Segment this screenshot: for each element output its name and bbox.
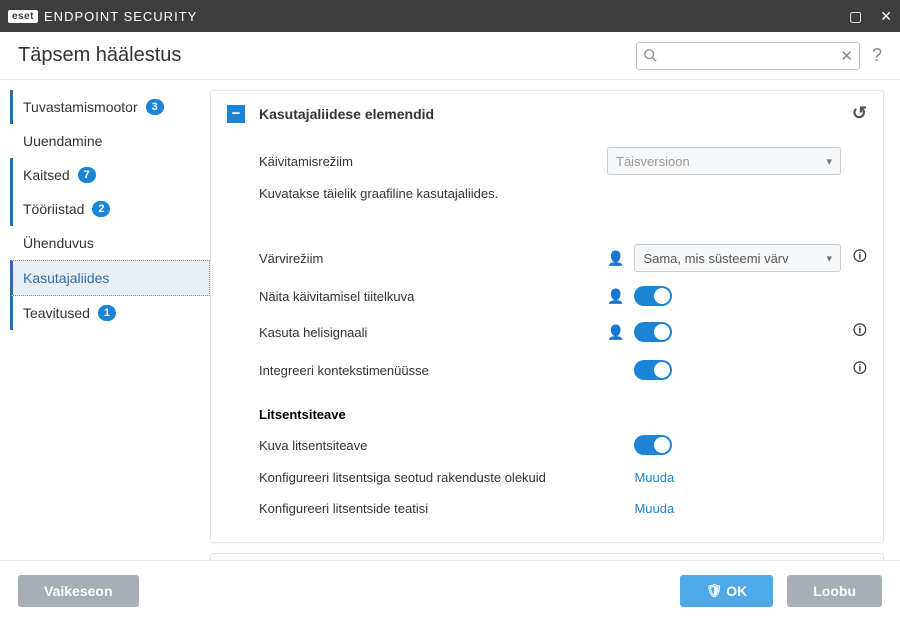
sidebar-item-detection-engine[interactable]: Tuvastamismootor 3 bbox=[10, 90, 210, 124]
sidebar-item-label: Ühenduvus bbox=[23, 235, 94, 251]
sidebar-item-label: Teavitused bbox=[23, 305, 90, 321]
chevron-down-icon: ▾ bbox=[826, 252, 832, 265]
sidebar-item-notifications[interactable]: Teavitused 1 bbox=[10, 296, 210, 330]
show-splash-toggle[interactable] bbox=[634, 286, 672, 306]
show-license-toggle[interactable] bbox=[634, 435, 672, 455]
clear-search-icon[interactable]: ✕ bbox=[840, 47, 853, 65]
search-icon bbox=[643, 48, 657, 65]
sidebar-item-tools[interactable]: Tööriistad 2 bbox=[10, 192, 210, 226]
window-maximize-icon[interactable]: ▢ bbox=[849, 8, 862, 25]
sidebar-item-label: Tuvastamismootor bbox=[23, 99, 138, 115]
config-license-notice-link[interactable]: Muuda bbox=[634, 501, 674, 516]
info-icon[interactable]: 🛈 bbox=[851, 246, 867, 270]
ok-button-label: OK bbox=[726, 583, 747, 599]
color-mode-select[interactable]: Sama, mis süsteemi värv ▾ bbox=[634, 244, 841, 272]
sidebar-item-protections[interactable]: Kaitsed 7 bbox=[10, 158, 210, 192]
use-sound-toggle[interactable] bbox=[634, 322, 672, 342]
page-title: Täpsem häälestus bbox=[18, 44, 181, 67]
startup-mode-select[interactable]: Täisversioon ▾ bbox=[607, 147, 841, 175]
main-content: − Kasutajaliidese elemendid ↺ Käivitamis… bbox=[210, 80, 900, 560]
use-sound-label: Kasuta helisignaali bbox=[259, 325, 607, 340]
startup-mode-note: Kuvatakse täielik graafiline kasutajalii… bbox=[259, 182, 867, 219]
brand-badge: eset bbox=[8, 10, 38, 23]
info-icon[interactable]: 🛈 bbox=[851, 320, 867, 344]
panel-access-setup: + Juurdepääsu häälestus ↺ 🛈 bbox=[210, 553, 884, 560]
select-value: Täisversioon bbox=[616, 154, 690, 169]
cancel-button[interactable]: Loobu bbox=[787, 575, 882, 607]
search-input[interactable] bbox=[636, 42, 860, 70]
sidebar-item-label: Uuendamine bbox=[23, 133, 102, 149]
badge: 2 bbox=[92, 201, 110, 217]
config-license-apps-label: Konfigureeri litsentsiga seotud rakendus… bbox=[259, 470, 607, 485]
show-splash-label: Näita käivitamisel tiitelkuva bbox=[259, 289, 607, 304]
product-name: ENDPOINT SECURITY bbox=[44, 9, 197, 24]
license-section-heading: Litsentsiteave bbox=[259, 389, 867, 428]
info-icon[interactable]: 🛈 bbox=[851, 358, 867, 382]
sidebar: Tuvastamismootor 3 Uuendamine Kaitsed 7 … bbox=[0, 80, 210, 560]
startup-mode-label: Käivitamisrežiim bbox=[259, 154, 607, 169]
ok-button[interactable]: 🛡 OK bbox=[680, 575, 774, 607]
config-license-notice-label: Konfigureeri litsentside teatisi bbox=[259, 501, 607, 516]
select-value: Sama, mis süsteemi värv bbox=[643, 251, 788, 266]
sidebar-item-user-interface[interactable]: Kasutajaliides bbox=[10, 260, 210, 296]
defaults-button[interactable]: Vaikeseon bbox=[18, 575, 139, 607]
sidebar-item-label: Tööriistad bbox=[23, 201, 84, 217]
titlebar: eset ENDPOINT SECURITY ▢ ✕ bbox=[0, 0, 900, 32]
user-icon: 👤 bbox=[607, 288, 624, 305]
shield-icon: 🛡 bbox=[706, 583, 723, 599]
app-logo: eset ENDPOINT SECURITY bbox=[8, 9, 197, 24]
collapse-icon[interactable]: − bbox=[227, 105, 245, 123]
badge: 3 bbox=[146, 99, 164, 115]
window-close-icon[interactable]: ✕ bbox=[880, 8, 892, 25]
show-license-label: Kuva litsentsiteave bbox=[259, 438, 607, 453]
badge: 1 bbox=[98, 305, 116, 321]
badge: 7 bbox=[78, 167, 96, 183]
panel-title: Kasutajaliidese elemendid bbox=[259, 106, 434, 122]
sidebar-item-update[interactable]: Uuendamine bbox=[10, 124, 210, 158]
sidebar-item-label: Kaitsed bbox=[23, 167, 70, 183]
sidebar-item-connectivity[interactable]: Ühenduvus bbox=[10, 226, 210, 260]
integrate-context-toggle[interactable] bbox=[634, 360, 672, 380]
help-icon[interactable]: ? bbox=[872, 45, 882, 66]
footer: Vaikeseon 🛡 OK Loobu bbox=[0, 560, 900, 620]
config-license-apps-link[interactable]: Muuda bbox=[634, 470, 674, 485]
integrate-context-label: Integreeri kontekstimenüüsse bbox=[259, 363, 607, 378]
search-box: ✕ bbox=[636, 42, 860, 70]
user-icon: 👤 bbox=[607, 324, 624, 341]
panel-ui-elements: − Kasutajaliidese elemendid ↺ Käivitamis… bbox=[210, 90, 884, 543]
sidebar-item-label: Kasutajaliides bbox=[23, 270, 109, 286]
color-mode-label: Värvirežiim bbox=[259, 251, 607, 266]
header: Täpsem häälestus ✕ ? bbox=[0, 32, 900, 80]
user-icon: 👤 bbox=[607, 250, 624, 267]
reset-icon[interactable]: ↺ bbox=[852, 103, 867, 124]
chevron-down-icon: ▾ bbox=[826, 155, 832, 168]
